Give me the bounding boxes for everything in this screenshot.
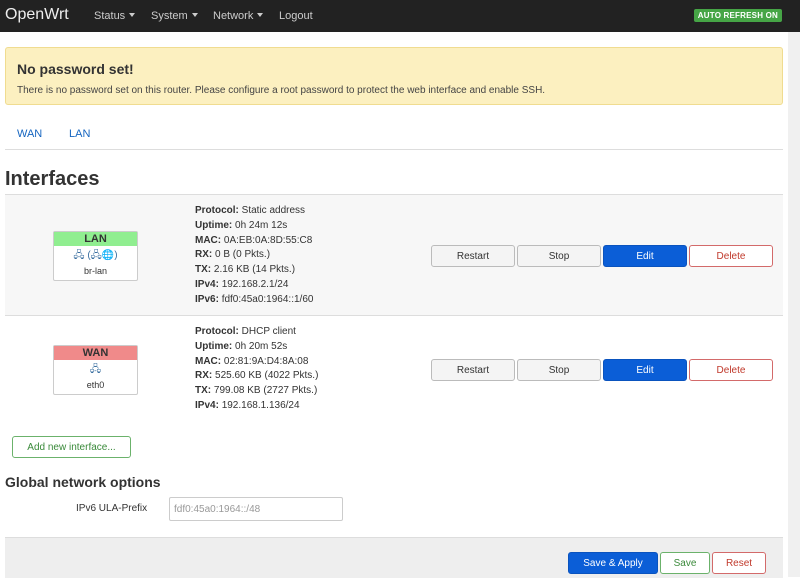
edit-button-wan[interactable]: Edit <box>603 359 687 381</box>
stop-button-wan[interactable]: Stop <box>517 359 601 381</box>
network-port-icon: 🖧 <box>89 364 102 375</box>
menu-system[interactable]: System <box>151 10 198 22</box>
action-footer: Save & Apply Save Reset <box>5 537 783 578</box>
info-label: RX: <box>195 249 213 261</box>
info-label: Protocol: <box>195 205 239 216</box>
info-value: Static address <box>241 205 306 216</box>
interface-info-wan: Protocol: DHCP client Uptime: 0h 20m 52s… <box>195 325 318 414</box>
info-value: DHCP client <box>241 326 296 337</box>
no-password-alert: No password set! There is no password se… <box>5 47 783 105</box>
info-value: 525.60 KB (4022 Pkts.) <box>215 370 319 382</box>
info-value: 0h 24m 12s <box>235 219 288 231</box>
info-label: Uptime: <box>195 219 233 231</box>
page-scrollbar[interactable] <box>788 32 800 577</box>
info-label: IPv4: <box>195 278 219 290</box>
interface-row-lan: LAN 🖧 (🖧🌐) br-lan Protocol: Static addre… <box>5 194 783 315</box>
chevron-down-icon <box>129 13 136 17</box>
info-label: Protocol: <box>195 326 239 337</box>
section-title-global: Global network options <box>5 474 161 490</box>
menu-network-label: Network <box>213 10 254 22</box>
network-port-icon: 🖧 (🖧🌐) <box>73 250 118 261</box>
alert-title: No password set! <box>17 61 134 77</box>
info-label: TX: <box>195 385 212 397</box>
badge-device: br-lan <box>83 266 107 276</box>
menu-status-label: Status <box>94 10 126 22</box>
add-interface-button[interactable]: Add new interface... <box>12 436 131 458</box>
tab-lan[interactable]: LAN <box>69 128 90 140</box>
restart-button-lan[interactable]: Restart <box>431 245 515 267</box>
menu-status[interactable]: Status <box>94 10 136 22</box>
badge-name: WAN <box>54 346 137 360</box>
edit-button-lan[interactable]: Edit <box>603 245 687 267</box>
stop-button-lan[interactable]: Stop <box>517 245 601 267</box>
ula-prefix-input[interactable] <box>169 497 343 521</box>
info-label: Uptime: <box>195 340 233 352</box>
info-label: IPv6: <box>195 293 219 305</box>
info-value: fdf0:45a0:1964::1/60 <box>221 293 314 305</box>
info-label: MAC: <box>195 234 222 246</box>
delete-button-lan[interactable]: Delete <box>689 245 773 267</box>
info-value: 0A:EB:0A:8D:55:C8 <box>223 234 313 246</box>
tab-divider <box>5 149 783 150</box>
save-apply-button[interactable]: Save & Apply <box>568 552 658 574</box>
info-label: TX: <box>195 264 212 276</box>
tab-wan[interactable]: WAN <box>17 128 42 140</box>
info-label: IPv4: <box>195 399 219 411</box>
menu-logout[interactable]: Logout <box>279 10 313 22</box>
restart-button-wan[interactable]: Restart <box>431 359 515 381</box>
delete-button-wan[interactable]: Delete <box>689 359 773 381</box>
interface-badge-wan: WAN 🖧 eth0 <box>53 345 138 395</box>
top-navbar: OpenWrt Status System Network Logout AUT… <box>0 0 800 32</box>
badge-device: eth0 <box>86 380 105 390</box>
alert-text: There is no password set on this router.… <box>17 85 546 96</box>
badge-name: LAN <box>54 232 137 246</box>
info-label: MAC: <box>195 355 222 367</box>
info-value: 192.168.2.1/24 <box>221 278 289 290</box>
info-value: 2.16 KB (14 Pkts.) <box>213 264 296 276</box>
interface-info-lan: Protocol: Static address Uptime: 0h 24m … <box>195 204 313 308</box>
interface-row-wan: WAN 🖧 eth0 Protocol: DHCP client Uptime:… <box>5 315 783 427</box>
interface-badge-lan: LAN 🖧 (🖧🌐) br-lan <box>53 231 138 281</box>
info-value: 192.168.1.136/24 <box>221 399 300 411</box>
auto-refresh-badge[interactable]: AUTO REFRESH ON <box>693 9 782 22</box>
section-title-interfaces: Interfaces <box>5 168 100 190</box>
chevron-down-icon <box>257 13 264 17</box>
info-value: 02:81:9A:D4:8A:08 <box>223 355 309 367</box>
info-value: 799.08 KB (2727 Pkts.) <box>213 385 318 397</box>
info-label: RX: <box>195 370 213 382</box>
save-button[interactable]: Save <box>660 552 710 574</box>
reset-button[interactable]: Reset <box>712 552 766 574</box>
chevron-down-icon <box>191 13 198 17</box>
brand-logo[interactable]: OpenWrt <box>5 6 69 24</box>
menu-network[interactable]: Network <box>213 10 264 22</box>
info-value: 0h 20m 52s <box>235 340 288 352</box>
menu-system-label: System <box>151 10 188 22</box>
info-value: 0 B (0 Pkts.) <box>215 249 271 261</box>
ula-prefix-label: IPv6 ULA-Prefix <box>76 503 148 514</box>
